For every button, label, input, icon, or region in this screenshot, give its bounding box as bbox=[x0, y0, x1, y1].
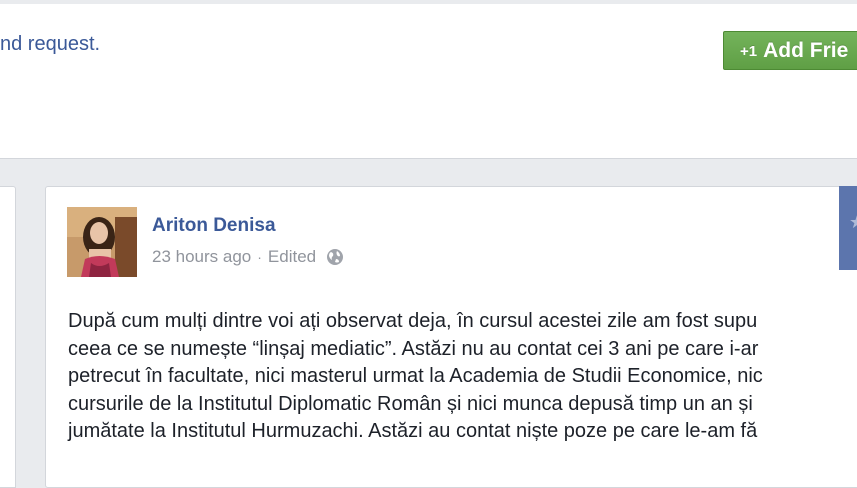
header-divider bbox=[0, 0, 857, 4]
post-text-line: jumătate la Institutul Hurmuzachi. Astăz… bbox=[68, 420, 758, 442]
post-edited-link[interactable]: Edited bbox=[268, 247, 316, 267]
post-text-line: petrecut în facultate, nici masterul urm… bbox=[68, 365, 763, 387]
post-meta: 23 hours ago · Edited bbox=[152, 247, 344, 267]
add-friend-label: Add Frie bbox=[763, 39, 849, 62]
bookmark-star-badge[interactable]: ★ bbox=[839, 186, 857, 270]
post-text-line: cursurile de la Institutul Diplomatic Ro… bbox=[68, 392, 753, 415]
add-friend-icon: +1 bbox=[740, 43, 758, 60]
star-icon: ★ bbox=[849, 212, 857, 233]
timeline-post: Ariton Denisa 23 hours ago · Edited ★ Du… bbox=[45, 186, 857, 488]
post-text-line: După cum mulți dintre voi ați observat d… bbox=[68, 310, 758, 332]
friend-request-text: nd request. bbox=[0, 33, 101, 55]
post-timestamp[interactable]: 23 hours ago bbox=[152, 247, 251, 267]
globe-icon[interactable] bbox=[326, 248, 344, 266]
post-text-line: ceea ce se numește “linșaj mediatic”. As… bbox=[68, 337, 759, 360]
profile-header-panel: nd request. +1 Add Frie bbox=[0, 0, 857, 159]
avatar-photo bbox=[67, 207, 137, 277]
add-friend-button[interactable]: +1 Add Frie bbox=[723, 31, 857, 70]
meta-separator: · bbox=[257, 249, 262, 265]
left-column-card bbox=[0, 186, 16, 488]
post-author-name[interactable]: Ariton Denisa bbox=[152, 215, 276, 237]
post-text: După cum mulți dintre voi ați observat d… bbox=[68, 308, 857, 446]
avatar[interactable] bbox=[67, 207, 137, 277]
